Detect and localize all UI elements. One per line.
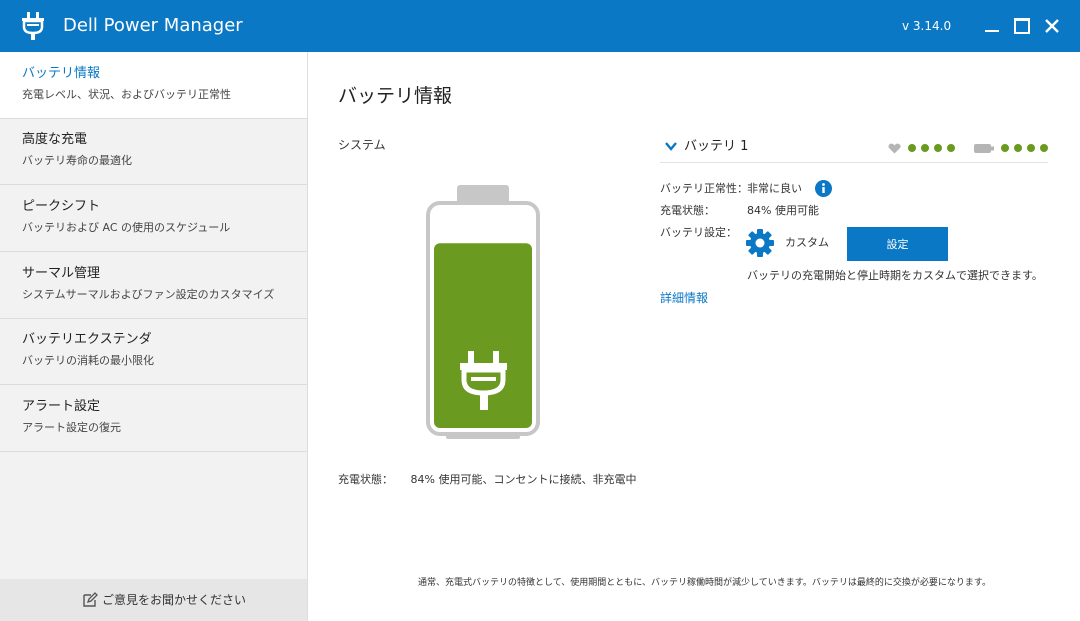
plug-icon <box>22 12 44 40</box>
system-label: システム <box>338 138 386 152</box>
minimize-icon[interactable] <box>982 16 1002 36</box>
health-dot <box>908 144 916 152</box>
sidebar-item-peak-shift[interactable]: ピークシフト バッテリおよび AC の使用のスケジュール <box>0 185 307 252</box>
sidebar-item-desc: バッテリおよび AC の使用のスケジュール <box>22 221 231 234</box>
health-value: 非常に良い <box>747 182 802 195</box>
charge-dot <box>1027 144 1035 152</box>
charge-dot <box>1040 144 1048 152</box>
sidebar: バッテリ情報 充電レベル、状況、およびバッテリ正常性 高度な充電 バッテリ寿命の… <box>0 52 308 621</box>
version-label: v 3.14.0 <box>902 19 952 33</box>
sidebar-item-desc: アラート設定の復元 <box>22 421 121 434</box>
settings-key: バッテリ設定： <box>660 226 737 239</box>
charge-dots <box>1001 144 1048 152</box>
title-bar: Dell Power Manager v 3.14.0 <box>0 0 1080 52</box>
charge-status-line: 充電状態： 84% 使用可能、コンセントに接続、非充電中 <box>338 473 636 487</box>
health-key: バッテリ正常性： <box>660 182 748 195</box>
battery-graphic <box>426 185 540 439</box>
charge-dot <box>1014 144 1022 152</box>
maximize-icon[interactable] <box>1012 16 1032 36</box>
charge-dot <box>1001 144 1009 152</box>
settings-button[interactable]: 設定 <box>847 227 948 261</box>
app-title: Dell Power Manager <box>63 15 243 36</box>
heart-icon <box>888 143 901 154</box>
sidebar-item-desc: バッテリ寿命の最適化 <box>22 154 132 167</box>
battery-header: バッテリ 1 <box>660 136 1048 163</box>
sidebar-item-title: バッテリ情報 <box>22 66 101 81</box>
health-dot <box>947 144 955 152</box>
close-icon[interactable] <box>1042 16 1062 36</box>
page-title: バッテリ情報 <box>338 85 453 107</box>
sidebar-item-desc: 充電レベル、状況、およびバッテリ正常性 <box>22 88 231 101</box>
sidebar-item-title: バッテリエクステンダ <box>22 332 152 347</box>
sidebar-item-alert-settings[interactable]: アラート設定 アラート設定の復元 <box>0 385 307 452</box>
settings-mode: カスタム <box>785 236 829 249</box>
health-dot <box>934 144 942 152</box>
info-icon[interactable] <box>815 180 832 197</box>
feedback-button[interactable]: ご意見をお聞かせください <box>0 579 307 621</box>
health-dots <box>908 144 955 152</box>
sidebar-item-title: 高度な充電 <box>22 132 88 147</box>
gear-icon <box>746 229 774 257</box>
battery-icon <box>974 144 994 153</box>
feedback-label: ご意見をお聞かせください <box>102 593 247 607</box>
sidebar-item-battery-info[interactable]: バッテリ情報 充電レベル、状況、およびバッテリ正常性 <box>0 52 307 119</box>
sidebar-item-title: アラート設定 <box>22 399 101 414</box>
sidebar-item-title: サーマル管理 <box>22 266 101 281</box>
details-link[interactable]: 詳細情報 <box>660 291 708 306</box>
sidebar-item-battery-extender[interactable]: バッテリエクステンダ バッテリの消耗の最小限化 <box>0 318 307 385</box>
sidebar-item-advanced-charge[interactable]: 高度な充電 バッテリ寿命の最適化 <box>0 118 307 185</box>
charge-value: 84% 使用可能 <box>747 204 819 217</box>
sidebar-item-desc: システムサーマルおよびファン設定のカスタマイズ <box>22 288 275 301</box>
health-dot <box>921 144 929 152</box>
charge-status-value: 84% 使用可能、コンセントに接続、非充電中 <box>410 473 637 486</box>
charge-key: 充電状態： <box>660 204 715 217</box>
edit-icon <box>83 592 98 607</box>
sidebar-item-desc: バッテリの消耗の最小限化 <box>22 354 154 367</box>
sidebar-item-title: ピークシフト <box>22 199 101 214</box>
sidebar-item-thermal[interactable]: サーマル管理 システムサーマルおよびファン設定のカスタマイズ <box>0 252 307 319</box>
battery-name: バッテリ 1 <box>684 139 749 154</box>
chevron-down-icon[interactable] <box>665 142 677 151</box>
footnote: 通常、充電式バッテリの特徴として、使用期間とともに、バッテリ稼働時間が減少してい… <box>418 578 991 588</box>
settings-description: バッテリの充電開始と停止時期をカスタムで選択できます。 <box>747 269 1043 282</box>
charge-status-key: 充電状態： <box>338 473 393 486</box>
